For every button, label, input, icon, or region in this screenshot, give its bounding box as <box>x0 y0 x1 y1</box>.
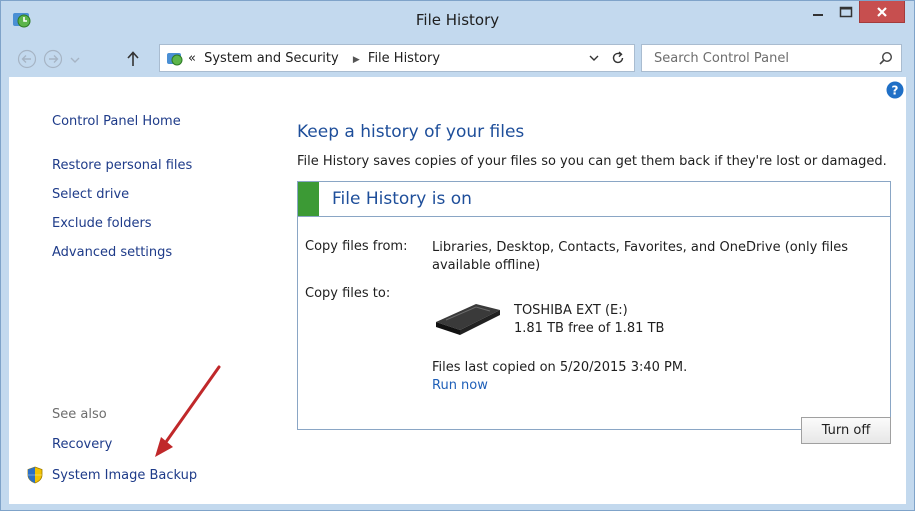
search-input[interactable]: Search Control Panel <box>641 44 902 72</box>
drive-name: TOSHIBA EXT (E:) <box>514 303 628 318</box>
content-area: ? Control Panel Home Restore personal fi… <box>9 77 906 504</box>
status-text: File History is on <box>332 189 472 209</box>
close-icon <box>877 6 887 17</box>
chevron-down-icon[interactable] <box>588 52 600 64</box>
status-panel: File History is on Copy files from: Libr… <box>297 181 891 430</box>
annotation-arrow-icon <box>155 365 221 457</box>
external-drive-icon <box>436 304 500 335</box>
search-placeholder: Search Control Panel <box>654 51 789 66</box>
minimize-icon <box>813 14 823 16</box>
maximize-icon <box>839 6 853 18</box>
uac-shield-icon <box>27 466 43 484</box>
status-indicator <box>298 182 319 216</box>
address-bar[interactable]: « System and Security ▶ File History <box>159 44 635 72</box>
sidebar-item-recovery[interactable]: Recovery <box>52 437 112 452</box>
status-header: File History is on <box>298 182 890 217</box>
run-now-link[interactable]: Run now <box>432 378 488 393</box>
drive-free-space: 1.81 TB free of 1.81 TB <box>514 321 665 336</box>
breadcrumb-file-history[interactable]: File History <box>368 51 440 66</box>
sidebar-item-system-image-backup[interactable]: System Image Backup <box>26 466 197 484</box>
breadcrumb-system-and-security[interactable]: System and Security <box>204 51 339 66</box>
title-bar[interactable]: File History <box>1 1 914 41</box>
refresh-icon[interactable] <box>610 50 626 66</box>
breadcrumb-separator-icon[interactable]: ▶ <box>353 55 360 65</box>
sidebar-item-exclude-folders[interactable]: Exclude folders <box>52 216 152 231</box>
sidebar-item-system-image-backup-label[interactable]: System Image Backup <box>52 468 197 483</box>
minimize-button[interactable] <box>805 1 831 23</box>
forward-arrow-icon[interactable] <box>43 49 63 69</box>
recent-locations-icon[interactable] <box>69 49 81 69</box>
search-icon[interactable] <box>878 51 893 66</box>
breadcrumb-overflow[interactable]: « <box>188 51 196 66</box>
back-arrow-icon[interactable] <box>17 49 37 69</box>
turn-off-button[interactable]: Turn off <box>801 417 891 444</box>
see-also-heading: See also <box>52 407 107 422</box>
page-description: File History saves copies of your files … <box>297 154 887 169</box>
last-copied-text: Files last copied on 5/20/2015 3:40 PM. <box>432 360 688 375</box>
sidebar-item-restore-personal-files[interactable]: Restore personal files <box>52 158 192 173</box>
copy-from-label: Copy files from: <box>305 239 408 254</box>
page-title: Keep a history of your files <box>297 122 525 142</box>
maximize-button[interactable] <box>833 1 859 23</box>
navigation-bar: « System and Security ▶ File History Sea… <box>9 41 906 75</box>
help-icon[interactable]: ? <box>886 81 904 99</box>
sidebar-item-advanced-settings[interactable]: Advanced settings <box>52 245 172 260</box>
copy-to-label: Copy files to: <box>305 286 391 301</box>
breadcrumb: « System and Security ▶ File History <box>188 51 444 66</box>
up-arrow-icon[interactable] <box>125 49 141 69</box>
sidebar-item-control-panel-home[interactable]: Control Panel Home <box>52 114 181 129</box>
svg-text:?: ? <box>892 84 899 98</box>
copy-from-value: Libraries, Desktop, Contacts, Favorites,… <box>432 240 849 273</box>
window-title: File History <box>415 11 500 29</box>
file-history-window: File History « System and Security ▶ Fil… <box>0 0 915 511</box>
sidebar-item-select-drive[interactable]: Select drive <box>52 187 129 202</box>
control-panel-icon <box>167 53 183 66</box>
close-button[interactable] <box>859 1 905 23</box>
